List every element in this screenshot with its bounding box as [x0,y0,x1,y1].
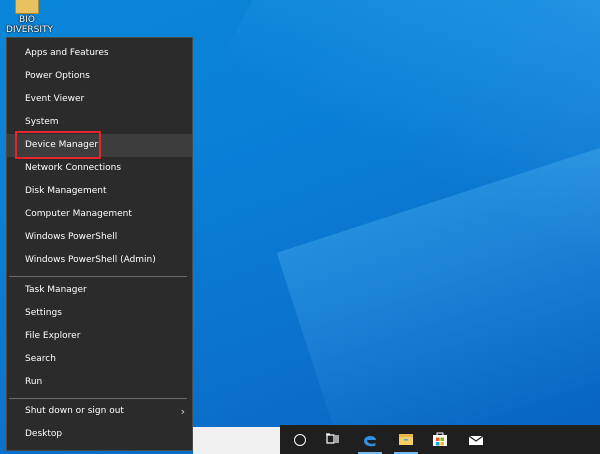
task-view-icon[interactable] [318,425,348,454]
store-icon[interactable] [425,425,455,454]
desktop-shortcut-label: BIO DIVERSITY [6,15,54,35]
menu-item-desktop[interactable]: Desktop [7,423,192,446]
taskbar-search-area[interactable] [193,427,280,454]
folder-icon [15,0,39,14]
menu-item-apps-and-features[interactable]: Apps and Features [7,42,192,65]
chevron-right-icon: › [180,405,185,418]
menu-separator [9,276,187,277]
menu-item-shut-down-or-sign-out[interactable]: Shut down or sign out › [7,400,192,423]
file-explorer-icon[interactable] [391,425,421,454]
highlight-annotation-box [15,131,101,159]
cortana-icon[interactable] [285,425,315,454]
menu-item-run[interactable]: Run [7,371,192,394]
mail-icon[interactable] [461,425,491,454]
menu-item-search[interactable]: Search [7,348,192,371]
edge-icon[interactable] [355,425,385,454]
menu-item-label: Shut down or sign out [25,406,124,416]
menu-item-windows-powershell-admin[interactable]: Windows PowerShell (Admin) [7,249,192,272]
desktop-shortcut-bio-diversity[interactable]: BIO DIVERSITY [6,0,54,35]
menu-item-disk-management[interactable]: Disk Management [7,180,192,203]
menu-item-event-viewer[interactable]: Event Viewer [7,88,192,111]
taskbar [280,425,600,454]
menu-item-windows-powershell[interactable]: Windows PowerShell [7,226,192,249]
menu-item-file-explorer[interactable]: File Explorer [7,325,192,348]
menu-item-settings[interactable]: Settings [7,302,192,325]
power-user-menu: Apps and Features Power Options Event Vi… [6,37,193,451]
menu-item-network-connections[interactable]: Network Connections [7,157,192,180]
menu-item-computer-management[interactable]: Computer Management [7,203,192,226]
menu-item-task-manager[interactable]: Task Manager [7,279,192,302]
menu-separator [9,398,187,399]
menu-item-power-options[interactable]: Power Options [7,65,192,88]
